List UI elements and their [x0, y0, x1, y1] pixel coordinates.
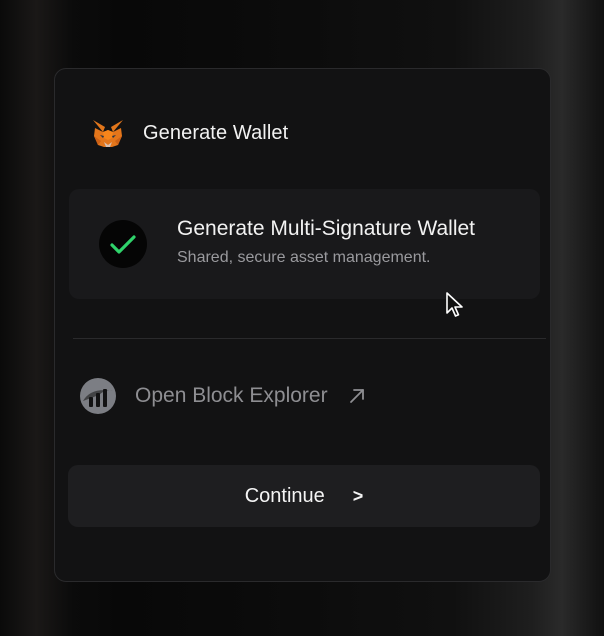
continue-button[interactable]: Continue >	[68, 465, 540, 527]
multisig-wallet-option[interactable]: Generate Multi-Signature Wallet Shared, …	[69, 189, 540, 299]
dialog-header: Generate Wallet	[91, 113, 288, 153]
option-title: Generate Multi-Signature Wallet	[177, 217, 476, 240]
block-explorer-label: Open Block Explorer	[135, 384, 328, 407]
checkmark-icon	[110, 235, 136, 254]
selected-indicator	[99, 220, 147, 268]
arrow-up-right-icon	[349, 389, 364, 403]
open-block-explorer-link[interactable]: Open Block Explorer	[79, 374, 366, 418]
divider	[73, 338, 546, 339]
dialog-title: Generate Wallet	[143, 121, 289, 144]
chevron-right-icon: >	[352, 485, 364, 506]
continue-label: Continue	[244, 484, 325, 507]
block-explorer-icon	[80, 378, 116, 414]
option-subtitle: Shared, secure asset management.	[177, 249, 431, 266]
generate-wallet-dialog: Generate Wallet Generate Multi-Signature…	[54, 68, 551, 582]
mouse-pointer-icon	[446, 292, 463, 317]
metamask-fox-icon	[93, 120, 123, 147]
